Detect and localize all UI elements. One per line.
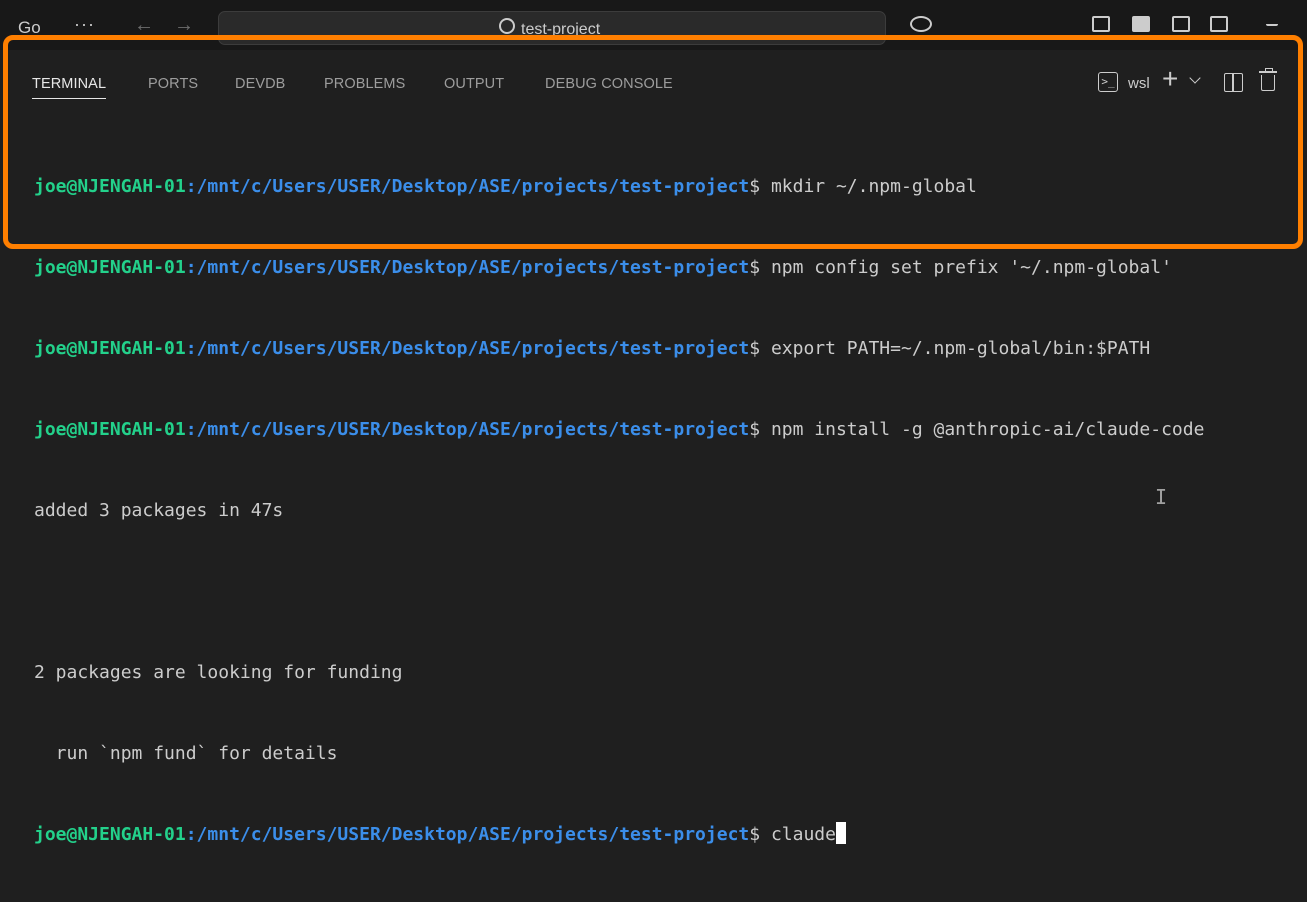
prompt-path: :/mnt/c/Users/USER/Desktop/ASE/projects/… xyxy=(185,176,750,197)
new-terminal-plus-icon[interactable]: + xyxy=(1162,64,1178,94)
chevron-down-icon[interactable] xyxy=(1189,72,1201,84)
back-arrow-icon[interactable]: ← xyxy=(134,14,154,37)
prompt-symbol: $ xyxy=(749,257,771,278)
forward-arrow-icon[interactable]: → xyxy=(174,14,194,37)
tab-devdb[interactable]: DEVDB xyxy=(235,76,285,92)
command-text: mkdir ~/.npm-global xyxy=(770,176,977,197)
command-text: npm install -g @anthropic-ai/claude-code xyxy=(770,419,1205,440)
toggle-sidebar-icon[interactable] xyxy=(1132,16,1150,32)
search-text: test-project xyxy=(521,21,601,38)
terminal-output[interactable]: joe@NJENGAH-01:/mnt/c/Users/USER/Desktop… xyxy=(34,119,1204,902)
toggle-secondary-sidebar-icon[interactable] xyxy=(1210,16,1228,32)
prompt-user: joe@NJENGAH-01 xyxy=(34,824,186,845)
title-bar: Go ··· ← → test-project xyxy=(0,0,1307,50)
tab-debug-console[interactable]: DEBUG CONSOLE xyxy=(545,76,673,92)
output-line: added 3 packages in 47s xyxy=(34,500,284,521)
current-input[interactable]: claude xyxy=(771,824,836,845)
terminal-panel: TERMINAL PORTS DEVDB PROBLEMS OUTPUT DEB… xyxy=(0,50,1307,862)
mouse-ibeam-cursor-icon: I xyxy=(1155,485,1168,509)
command-center-search[interactable]: test-project xyxy=(218,11,886,45)
terminal-profile-icon[interactable]: >_ xyxy=(1098,72,1118,92)
split-terminal-icon[interactable] xyxy=(1224,73,1243,92)
prompt-user: joe@NJENGAH-01 xyxy=(34,338,186,359)
command-text: npm config set prefix '~/.npm-global' xyxy=(770,257,1172,278)
terminal-line: joe@NJENGAH-01:/mnt/c/Users/USER/Desktop… xyxy=(34,335,1204,362)
more-menu-icon[interactable]: ··· xyxy=(74,14,95,35)
prompt-path: :/mnt/c/Users/USER/Desktop/ASE/projects/… xyxy=(185,338,750,359)
customize-layout-icon[interactable] xyxy=(1092,16,1110,32)
tab-problems[interactable]: PROBLEMS xyxy=(324,76,405,92)
tab-output[interactable]: OUTPUT xyxy=(444,76,504,92)
toggle-panel-icon[interactable] xyxy=(1172,16,1190,32)
terminal-line: joe@NJENGAH-01:/mnt/c/Users/USER/Desktop… xyxy=(34,173,1204,200)
kill-terminal-trash-icon[interactable] xyxy=(1259,68,1277,91)
prompt-symbol: $ xyxy=(749,176,771,197)
prompt-path: :/mnt/c/Users/USER/Desktop/ASE/projects/… xyxy=(185,824,750,845)
prompt-symbol: $ xyxy=(749,338,771,359)
search-icon xyxy=(499,18,515,34)
minimize-icon[interactable] xyxy=(1266,16,1278,26)
terminal-cursor xyxy=(835,822,846,844)
menu-go[interactable]: Go xyxy=(18,18,41,38)
prompt-symbol: $ xyxy=(749,824,771,845)
tab-ports[interactable]: PORTS xyxy=(148,76,198,92)
output-line: run `npm fund` for details xyxy=(34,743,338,764)
copilot-icon[interactable] xyxy=(910,16,932,32)
prompt-path: :/mnt/c/Users/USER/Desktop/ASE/projects/… xyxy=(185,419,750,440)
prompt-user: joe@NJENGAH-01 xyxy=(34,257,186,278)
terminal-line: joe@NJENGAH-01:/mnt/c/Users/USER/Desktop… xyxy=(34,416,1204,443)
terminal-line: joe@NJENGAH-01:/mnt/c/Users/USER/Desktop… xyxy=(34,254,1204,281)
prompt-user: joe@NJENGAH-01 xyxy=(34,176,186,197)
panel-tabs: TERMINAL PORTS DEVDB PROBLEMS OUTPUT DEB… xyxy=(0,50,1307,108)
prompt-symbol: $ xyxy=(749,419,771,440)
terminal-line: joe@NJENGAH-01:/mnt/c/Users/USER/Desktop… xyxy=(34,821,1204,848)
command-text: export PATH=~/.npm-global/bin:$PATH xyxy=(770,338,1151,359)
prompt-path: :/mnt/c/Users/USER/Desktop/ASE/projects/… xyxy=(185,257,750,278)
terminal-shell-label[interactable]: wsl xyxy=(1128,75,1150,92)
prompt-user: joe@NJENGAH-01 xyxy=(34,419,186,440)
tab-terminal[interactable]: TERMINAL xyxy=(32,76,107,99)
output-line: 2 packages are looking for funding xyxy=(34,662,403,683)
